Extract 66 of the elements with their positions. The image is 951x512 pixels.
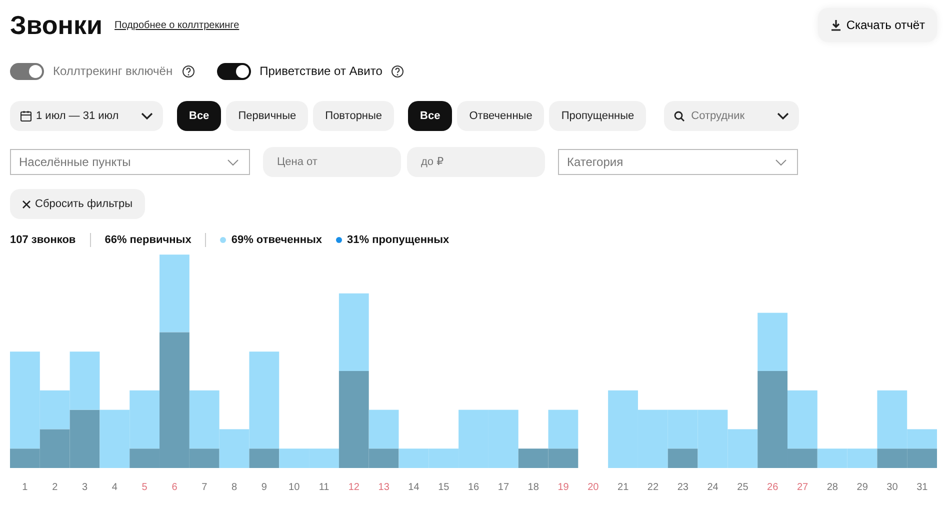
download-button[interactable]: Скачать отчёт — [818, 8, 937, 42]
reset-filters-button[interactable]: Сбросить фильтры — [10, 189, 144, 219]
day-label: 22 — [646, 482, 660, 493]
day-label: 28 — [826, 482, 839, 493]
stat-text: 69% отвеченных — [231, 234, 322, 246]
day-label: 31 — [916, 482, 929, 493]
day-label: 10 — [288, 482, 301, 493]
day-label: 3 — [80, 482, 89, 493]
day-label: 16 — [466, 482, 480, 493]
employee-search-input[interactable]: Сотрудник — [689, 109, 774, 123]
toggle-label: Приветствие от Авито — [260, 64, 382, 78]
page-title: Звонки — [10, 10, 103, 40]
segment-tab[interactable]: Все — [177, 101, 222, 131]
day-label: 15 — [437, 482, 450, 493]
day-label: 14 — [407, 482, 420, 493]
day-label: 27 — [796, 482, 810, 493]
day-label: 26 — [766, 482, 780, 493]
price-from-field[interactable]: Цена от — [263, 147, 401, 177]
segment-tab[interactable]: Отвеченные — [457, 101, 544, 131]
day-label: 7 — [200, 482, 208, 493]
info-link[interactable]: Подробнее о коллтрекинге — [114, 20, 240, 30]
help-icon[interactable] — [391, 64, 404, 78]
segment-tab[interactable]: Первичные — [226, 101, 308, 131]
employee-search-field[interactable]: Сотрудник — [664, 101, 800, 131]
day-label: 6 — [170, 482, 178, 493]
locations-dropdown[interactable]: Населённые пункты — [10, 149, 250, 175]
day-label: 23 — [676, 482, 690, 493]
chevron-icon — [141, 112, 153, 120]
segment-tab[interactable]: Повторные — [313, 101, 394, 131]
day-label: 24 — [706, 482, 720, 493]
chevron-icon — [777, 112, 790, 120]
day-label: 19 — [556, 482, 570, 493]
segment-tab[interactable]: Все — [408, 101, 452, 131]
close-icon — [22, 200, 31, 208]
day-label: 30 — [886, 482, 899, 493]
day-label: 1 — [21, 482, 29, 493]
price-to-field[interactable]: до ₽ — [407, 147, 545, 177]
download-icon — [830, 19, 842, 31]
segment-tab[interactable]: Пропущенные — [549, 101, 646, 131]
day-label: 20 — [586, 482, 600, 493]
day-label: 29 — [856, 482, 869, 493]
stat-text: 31% пропущенных — [347, 234, 450, 246]
day-label: 5 — [140, 482, 148, 493]
category-dropdown[interactable]: Категория — [558, 149, 798, 175]
chevron-icon — [227, 158, 239, 166]
day-label: 8 — [230, 482, 238, 493]
day-label: 9 — [260, 482, 268, 493]
search-icon — [674, 110, 686, 122]
chevron-icon — [775, 158, 787, 166]
day-label: 17 — [496, 482, 510, 493]
day-label: 12 — [347, 482, 360, 493]
toggle-switch[interactable] — [216, 62, 251, 80]
stat-text: 107 звонков — [10, 234, 76, 246]
day-label: 25 — [736, 482, 750, 493]
day-label: 4 — [110, 482, 118, 493]
stat-text: 66% первичных — [104, 234, 192, 246]
toggle-label: Коллтрекинг включён — [53, 64, 173, 78]
day-label: 21 — [616, 482, 630, 493]
day-label: 11 — [318, 482, 330, 493]
date-range-dropdown[interactable]: 1 июл — 31 июл — [10, 101, 163, 131]
calendar-icon — [20, 110, 32, 122]
date-range-text: 1 июл — 31 июл — [36, 110, 119, 122]
day-label: 2 — [51, 482, 59, 493]
help-icon[interactable] — [182, 64, 195, 78]
day-label: 13 — [377, 482, 390, 493]
day-label: 18 — [526, 482, 540, 493]
